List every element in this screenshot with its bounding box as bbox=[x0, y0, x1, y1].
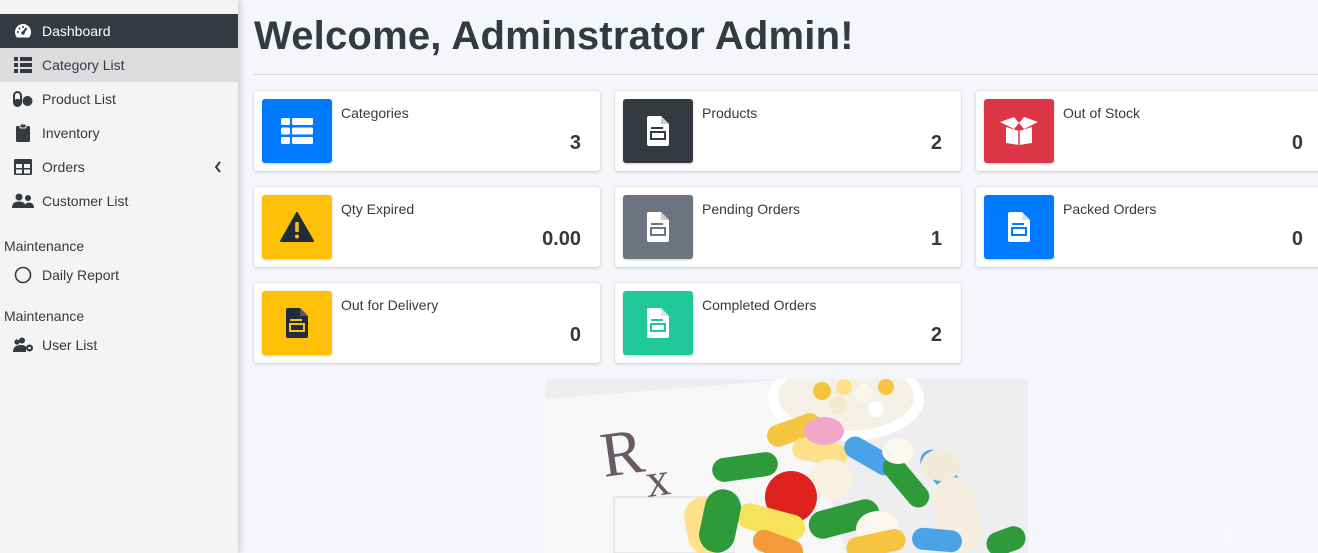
main-content: Welcome, Adminstrator Admin! Categories … bbox=[238, 0, 1318, 553]
circle-icon bbox=[12, 266, 34, 284]
sidebar-item-orders[interactable]: Orders bbox=[0, 150, 238, 184]
info-box-out-for-delivery[interactable]: Out for Delivery 0 bbox=[254, 283, 600, 363]
sidebar-item-label: Daily Report bbox=[42, 267, 120, 283]
info-box-label: Categories bbox=[341, 105, 409, 121]
info-box-label: Qty Expired bbox=[341, 201, 415, 217]
info-box-label: Pending Orders bbox=[702, 201, 801, 217]
info-box-label: Completed Orders bbox=[702, 297, 817, 313]
info-box-value: 0 bbox=[1291, 132, 1303, 154]
info-box-value: 0 bbox=[1291, 228, 1303, 250]
sidebar-item-daily-report[interactable]: Daily Report bbox=[0, 258, 238, 292]
info-box-value: 1 bbox=[930, 228, 942, 250]
page-title: Welcome, Adminstrator Admin! bbox=[254, 14, 854, 58]
info-box-value: 2 bbox=[930, 324, 942, 346]
sidebar-header-maintenance-2: Maintenance bbox=[4, 308, 85, 324]
clipboard-icon bbox=[12, 124, 34, 142]
info-box-value: 2 bbox=[930, 132, 942, 154]
users-cog-icon bbox=[12, 336, 34, 354]
sidebar-item-inventory[interactable]: Inventory bbox=[0, 116, 238, 150]
sidebar-item-customer-list[interactable]: Customer List bbox=[0, 184, 238, 218]
sidebar-header-maintenance: Maintenance bbox=[4, 238, 85, 254]
sidebar-item-label: Dashboard bbox=[42, 23, 111, 39]
file-prescription-icon bbox=[623, 99, 693, 163]
info-box-out-of-stock[interactable]: Out of Stock 0 bbox=[976, 91, 1318, 171]
divider bbox=[254, 74, 1318, 75]
tachometer-icon bbox=[12, 22, 34, 40]
sidebar-item-user-list[interactable]: User List bbox=[0, 328, 238, 362]
sidebar-item-category-list[interactable]: Category List bbox=[0, 48, 238, 82]
pills-icon bbox=[12, 90, 34, 108]
info-box-completed-orders[interactable]: Completed Orders 2 bbox=[615, 283, 961, 363]
sidebar-item-label: User List bbox=[42, 337, 98, 353]
info-box-label: Packed Orders bbox=[1063, 201, 1157, 217]
info-box-label: Out for Delivery bbox=[341, 297, 439, 313]
sidebar-top bbox=[0, 0, 238, 14]
info-box-label: Products bbox=[702, 105, 758, 121]
users-icon bbox=[12, 192, 34, 210]
info-box-value: 0.00 bbox=[542, 228, 581, 250]
info-box-qty-expired[interactable]: Qty Expired 0.00 bbox=[254, 187, 600, 267]
info-box-categories[interactable]: Categories 3 bbox=[254, 91, 600, 171]
sidebar-item-label: Orders bbox=[42, 159, 85, 175]
sidebar-item-product-list[interactable]: Product List bbox=[0, 82, 238, 116]
info-box-value: 3 bbox=[569, 132, 581, 154]
sidebar-item-dashboard[interactable]: Dashboard bbox=[0, 14, 238, 48]
th-list-icon bbox=[262, 99, 332, 163]
sidebar-item-label: Inventory bbox=[42, 125, 100, 141]
carousel-image: R x bbox=[546, 379, 1028, 553]
info-box-label: Out of Stock bbox=[1063, 105, 1141, 121]
file-invoice-icon bbox=[623, 291, 693, 355]
chevron-left-icon bbox=[214, 160, 222, 176]
carousel-prev-button[interactable]: ‹ bbox=[332, 522, 339, 548]
info-box-products[interactable]: Products 2 bbox=[615, 91, 961, 171]
info-box-value: 0 bbox=[569, 324, 581, 346]
file-invoice-icon bbox=[984, 195, 1054, 259]
box-open-icon bbox=[984, 99, 1054, 163]
table-icon bbox=[12, 158, 34, 176]
warning-icon bbox=[262, 195, 332, 259]
sidebar-item-label: Customer List bbox=[42, 193, 129, 209]
carousel-next-button[interactable]: › bbox=[1224, 522, 1231, 548]
info-box-packed-orders[interactable]: Packed Orders 0 bbox=[976, 187, 1318, 267]
info-box-pending-orders[interactable]: Pending Orders 1 bbox=[615, 187, 961, 267]
sidebar-item-label: Product List bbox=[42, 91, 116, 107]
sidebar: Dashboard Category List Product List Inv… bbox=[0, 0, 238, 553]
file-invoice-icon bbox=[262, 291, 332, 355]
list-icon bbox=[12, 56, 34, 74]
sidebar-item-label: Category List bbox=[42, 57, 125, 73]
file-invoice-icon bbox=[623, 195, 693, 259]
